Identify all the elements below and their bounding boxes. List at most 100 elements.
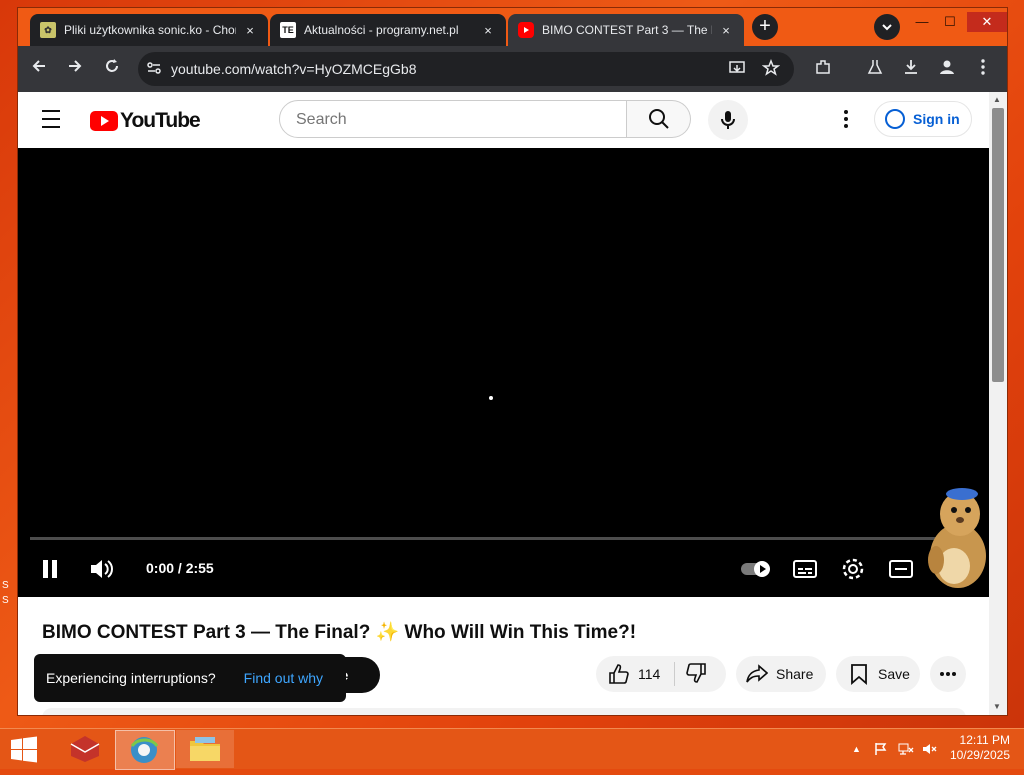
description-box[interactable] bbox=[42, 708, 966, 715]
interruptions-toast: Experiencing interruptions? Find out why bbox=[34, 654, 346, 702]
logo-text: YouTube bbox=[120, 109, 201, 132]
page-scrollbar[interactable]: ▲ ▼ bbox=[989, 92, 1007, 715]
share-icon bbox=[746, 664, 768, 683]
volume-muted-icon[interactable] bbox=[922, 742, 938, 759]
taskbar-app-explorer[interactable] bbox=[176, 730, 234, 768]
save-label: Save bbox=[878, 666, 910, 682]
like-count: 114 bbox=[638, 666, 661, 682]
like-button[interactable]: 114 bbox=[608, 663, 660, 685]
new-tab-button[interactable]: + bbox=[752, 14, 778, 40]
chomikuj-favicon-icon: ✿ bbox=[40, 22, 56, 38]
pause-icon bbox=[43, 560, 57, 578]
reload-icon[interactable] bbox=[101, 58, 123, 80]
back-icon[interactable] bbox=[28, 58, 50, 80]
more-actions-button[interactable] bbox=[930, 656, 966, 692]
profile-icon[interactable] bbox=[936, 58, 958, 80]
tab-label: Aktualności - programy.net.pl bbox=[304, 23, 459, 37]
dislike-button[interactable] bbox=[685, 662, 707, 687]
bookmark-star-icon[interactable] bbox=[761, 58, 781, 81]
account-icon bbox=[885, 109, 905, 129]
theater-icon bbox=[889, 560, 913, 578]
save-button[interactable]: Save bbox=[836, 656, 920, 692]
browser-toolbar: youtube.com/watch?v=HyOZMCEgGb8 bbox=[18, 46, 1007, 92]
taskbar-app-chrome[interactable] bbox=[115, 730, 175, 770]
more-horizontal-icon bbox=[940, 672, 956, 676]
video-player[interactable]: 0:00 / 2:55 bbox=[18, 148, 989, 597]
thumbs-up-icon bbox=[609, 664, 629, 684]
search-input[interactable]: Search bbox=[279, 100, 627, 138]
sign-in-label: Sign in bbox=[913, 111, 960, 127]
pause-button[interactable] bbox=[38, 553, 62, 585]
clock-date: 10/29/2025 bbox=[949, 748, 1010, 762]
tab-programy[interactable]: TE Aktualności - programy.net.pl × bbox=[270, 14, 506, 46]
share-button[interactable]: Share bbox=[736, 656, 826, 692]
tab-search-button[interactable] bbox=[874, 14, 900, 40]
youtube-header: YouTube Search Sign in bbox=[18, 92, 989, 148]
desktop-edge-label: S bbox=[2, 595, 9, 606]
windows-taskbar: ▲ 12:11 PM 10/29/2025 bbox=[0, 728, 1024, 770]
close-window-button[interactable]: ✕ bbox=[967, 12, 1007, 32]
tab-chomikuj[interactable]: ✿ Pliki użytkownika sonic.ko - Chomikuj.… bbox=[30, 14, 268, 46]
tab-youtube-active[interactable]: BIMO CONTEST Part 3 — The Final? ✨ Who W… bbox=[508, 14, 744, 46]
scrollbar-thumb[interactable] bbox=[992, 108, 1004, 382]
video-title: BIMO CONTEST Part 3 — The Final? ✨ Who W… bbox=[42, 622, 637, 643]
folder-icon bbox=[190, 737, 220, 761]
settings-button[interactable] bbox=[840, 553, 866, 585]
tab-label: Pliki użytkownika sonic.ko - Chomikuj.pl bbox=[64, 23, 236, 37]
search-button[interactable] bbox=[627, 100, 691, 138]
windows-logo-icon bbox=[11, 736, 37, 763]
time-display: 0:00 / 2:55 bbox=[146, 560, 214, 576]
forward-icon[interactable] bbox=[64, 58, 86, 80]
share-label: Share bbox=[776, 666, 814, 682]
autoplay-toggle[interactable] bbox=[740, 553, 772, 585]
thumbs-down-icon bbox=[686, 662, 707, 683]
minimize-button[interactable]: — bbox=[908, 12, 936, 32]
theater-mode-button[interactable] bbox=[888, 553, 914, 585]
address-bar[interactable]: youtube.com/watch?v=HyOZMCEgGb8 bbox=[138, 52, 794, 86]
close-tab-icon[interactable]: × bbox=[480, 23, 496, 38]
toast-message: Experiencing interruptions? bbox=[46, 670, 216, 686]
sign-in-button[interactable]: Sign in bbox=[874, 101, 972, 137]
maximize-button[interactable]: ☐ bbox=[936, 12, 964, 32]
gear-icon bbox=[842, 558, 864, 580]
loading-indicator bbox=[489, 396, 493, 400]
site-settings-icon[interactable] bbox=[146, 60, 162, 79]
show-hidden-icons-button[interactable]: ▲ bbox=[852, 744, 861, 754]
network-icon[interactable] bbox=[898, 742, 914, 759]
captions-button[interactable] bbox=[792, 553, 818, 585]
mute-button[interactable] bbox=[88, 553, 116, 585]
find-out-why-link[interactable]: Find out why bbox=[244, 670, 323, 686]
captions-icon bbox=[793, 560, 817, 578]
taskbar-app-dropbox[interactable] bbox=[56, 730, 114, 768]
settings-menu-icon[interactable] bbox=[840, 110, 852, 130]
downloads-icon[interactable] bbox=[900, 58, 922, 80]
action-center-flag-icon[interactable] bbox=[874, 742, 888, 759]
extensions-icon[interactable] bbox=[812, 58, 834, 80]
system-clock[interactable]: 12:11 PM 10/29/2025 bbox=[950, 733, 1010, 763]
youtube-page: YouTube Search Sign in 0:00 / 2:55 BIMO … bbox=[18, 92, 989, 715]
tab-label: BIMO CONTEST Part 3 — The Final? ✨ Who W… bbox=[542, 23, 712, 37]
guide-menu-icon[interactable] bbox=[42, 110, 66, 134]
scroll-down-icon[interactable]: ▼ bbox=[993, 702, 1001, 711]
progress-bar[interactable] bbox=[30, 537, 977, 540]
search-placeholder: Search bbox=[296, 111, 347, 128]
browser-menu-icon[interactable] bbox=[972, 58, 994, 80]
labs-icon[interactable] bbox=[864, 58, 886, 80]
youtube-logo[interactable]: YouTube bbox=[90, 109, 201, 133]
browser-globe-icon bbox=[130, 737, 159, 763]
scroll-up-icon[interactable]: ▲ bbox=[993, 95, 1001, 104]
divider bbox=[674, 662, 676, 686]
volume-icon bbox=[91, 560, 113, 578]
start-button[interactable] bbox=[0, 730, 48, 768]
voice-search-button[interactable] bbox=[708, 100, 748, 140]
close-tab-icon[interactable]: × bbox=[718, 23, 734, 38]
clock-time: 12:11 PM bbox=[959, 733, 1010, 747]
url-text[interactable]: youtube.com/watch?v=HyOZMCEgGb8 bbox=[171, 61, 417, 77]
close-tab-icon[interactable]: × bbox=[242, 23, 258, 38]
microphone-icon bbox=[721, 111, 735, 129]
tab-strip: ✿ Pliki użytkownika sonic.ko - Chomikuj.… bbox=[18, 8, 1007, 46]
install-app-icon[interactable] bbox=[728, 59, 746, 81]
red-box-app-icon bbox=[70, 736, 100, 762]
search-icon bbox=[648, 109, 669, 129]
desktop-edge-label: S bbox=[2, 580, 9, 591]
